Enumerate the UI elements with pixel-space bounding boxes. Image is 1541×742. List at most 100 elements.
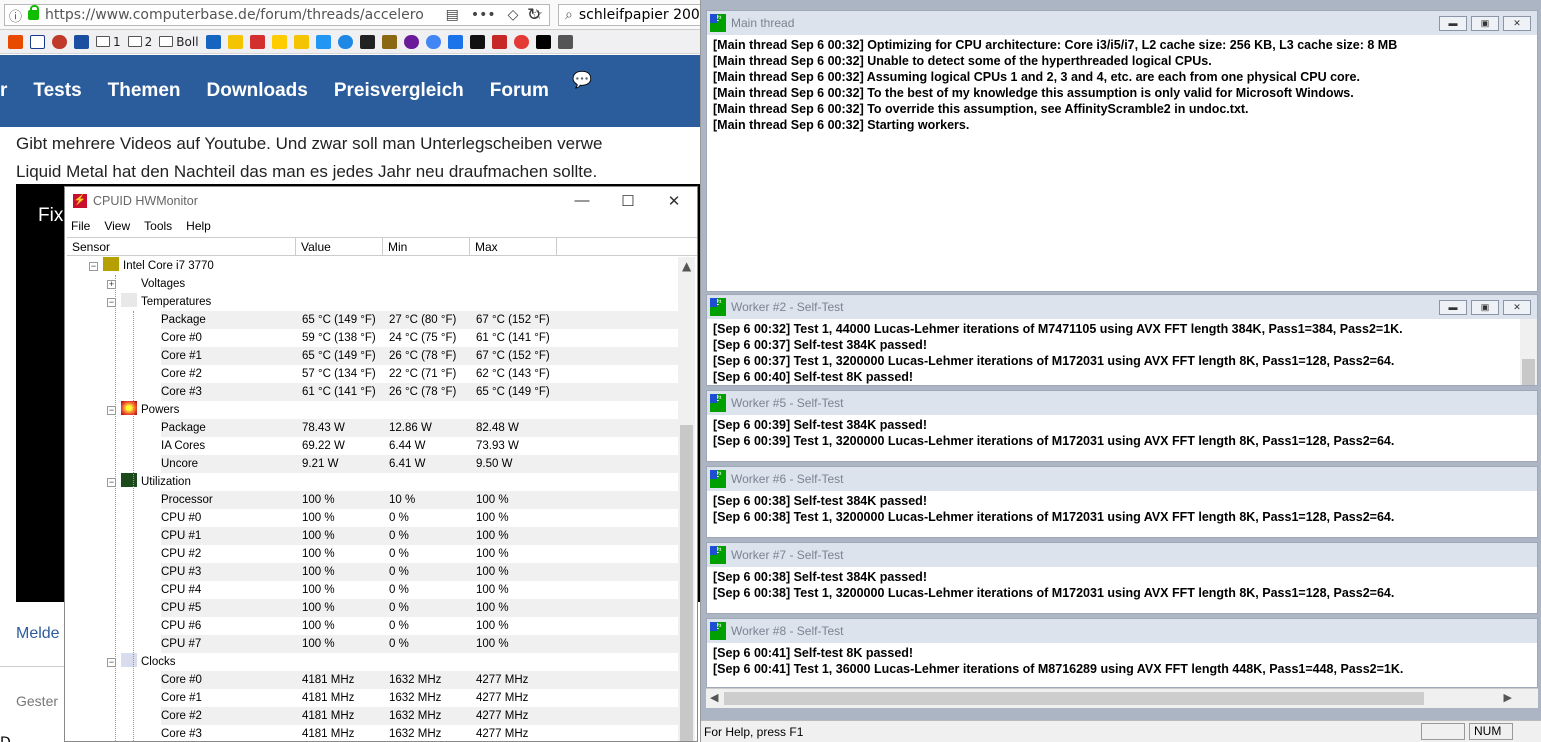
bookmark-folder-1[interactable]: 1 xyxy=(96,35,121,49)
sensor-row[interactable]: CPU #0 100 % 0 % 100 % xyxy=(67,509,679,527)
group-row-temperatures[interactable]: − Temperatures xyxy=(67,293,679,311)
close-button[interactable]: ✕ xyxy=(651,192,697,210)
bookmark-icon[interactable] xyxy=(425,34,441,49)
sensor-row[interactable]: Core #2 57 °C (134 °F) 22 °C (71 °F) 62 °C … xyxy=(67,365,679,383)
sensor-row[interactable]: Package 65 °C (149 °F) 27 °C (80 °F) 67 °C … xyxy=(67,311,679,329)
info-icon[interactable]: ⓘ xyxy=(9,6,22,25)
sensor-row[interactable]: CPU #3 100 % 0 % 100 % xyxy=(67,563,679,581)
column-header-max[interactable]: Max xyxy=(470,238,557,255)
group-row-powers[interactable]: − Powers xyxy=(67,401,679,419)
sensor-row[interactable]: Core #0 4181 MHz 1632 MHz 4277 MHz xyxy=(67,671,679,689)
report-link[interactable]: Melde xyxy=(16,625,60,643)
sensor-row[interactable]: CPU #7 100 % 0 % 100 % xyxy=(67,635,679,653)
bookmark-icon[interactable] xyxy=(557,34,573,49)
device-row[interactable]: − Intel Core i7 3770 xyxy=(67,257,679,275)
maximize-button[interactable]: ▣ xyxy=(1471,299,1499,315)
minimize-button[interactable]: ▬ xyxy=(1439,15,1467,31)
menu-file[interactable]: File xyxy=(71,219,90,233)
nav-item-tests[interactable]: Tests xyxy=(33,80,81,102)
bookmark-folder-2[interactable]: 2 xyxy=(127,35,152,49)
bookmark-icon[interactable] xyxy=(315,34,331,49)
chat-icon[interactable]: 💬 xyxy=(572,70,592,89)
close-button[interactable]: ✕ xyxy=(1503,15,1531,31)
bookmark-icon[interactable] xyxy=(359,34,375,49)
sensor-row[interactable]: Core #1 65 °C (149 °F) 26 °C (78 °F) 67 °C … xyxy=(67,347,679,365)
menu-view[interactable]: View xyxy=(104,219,130,233)
sensor-row[interactable]: Core #1 4181 MHz 1632 MHz 4277 MHz xyxy=(67,689,679,707)
horizontal-scrollbar[interactable]: ◀ ▶ xyxy=(706,688,1538,708)
search-input[interactable]: ⌕ schleifpapier 2000 xyxy=(558,4,702,26)
sensor-row[interactable]: Core #0 59 °C (138 °F) 24 °C (75 °F) 61 °C … xyxy=(67,329,679,347)
reload-icon[interactable]: ↻ xyxy=(527,5,541,25)
sensor-row[interactable]: Uncore 9.21 W 6.41 W 9.50 W xyxy=(67,455,679,473)
scrollbar-thumb[interactable] xyxy=(680,425,693,741)
minimize-button[interactable]: ▬ xyxy=(1439,299,1467,315)
sensor-row[interactable]: CPU #1 100 % 0 % 100 % xyxy=(67,527,679,545)
group-row-clocks[interactable]: − Clocks xyxy=(67,653,679,671)
vertical-scrollbar[interactable] xyxy=(1520,319,1537,385)
scrollbar-thumb[interactable] xyxy=(1522,359,1535,385)
nav-item-downloads[interactable]: Downloads xyxy=(207,80,308,102)
scroll-left-icon[interactable]: ◀ xyxy=(710,691,718,704)
address-bar[interactable]: ⓘ https://www.computerbase.de/forum/thre… xyxy=(4,4,550,26)
nav-item-themen[interactable]: Themen xyxy=(108,80,181,102)
close-button[interactable]: ✕ xyxy=(1503,299,1531,315)
mdi-titlebar[interactable]: 2¹ Worker #5 - Self-Test xyxy=(707,391,1537,415)
bookmark-icon[interactable] xyxy=(30,34,45,49)
bookmark-icon[interactable] xyxy=(52,34,67,49)
vertical-scrollbar[interactable]: ▲ xyxy=(678,257,695,741)
mdi-titlebar[interactable]: 2¹ Worker #8 - Self-Test xyxy=(707,619,1537,643)
bookmark-icon[interactable] xyxy=(337,34,353,49)
maximize-button[interactable]: ▣ xyxy=(1471,15,1499,31)
nav-item-forum[interactable]: Forum xyxy=(490,80,549,102)
sensor-row[interactable]: Core #3 61 °C (141 °F) 26 °C (78 °F) 65 °C … xyxy=(67,383,679,401)
group-row-voltages[interactable]: + Voltages xyxy=(67,275,679,293)
mdi-titlebar[interactable]: 2¹ Worker #2 - Self-Test ▬ ▣ ✕ xyxy=(707,295,1537,319)
sensor-row[interactable]: CPU #2 100 % 0 % 100 % xyxy=(67,545,679,563)
mdi-titlebar[interactable]: 2¹ Worker #7 - Self-Test xyxy=(707,543,1537,567)
sensor-row[interactable]: IA Cores 69.22 W 6.44 W 73.93 W xyxy=(67,437,679,455)
sensor-row[interactable]: CPU #5 100 % 0 % 100 % xyxy=(67,599,679,617)
sensor-row[interactable]: Package 78.43 W 12.86 W 82.48 W xyxy=(67,419,679,437)
more-actions-icon[interactable]: ••• xyxy=(471,7,496,23)
bookmark-icon[interactable] xyxy=(491,34,507,49)
bookmark-icon[interactable] xyxy=(205,34,221,49)
bookmark-icon[interactable] xyxy=(74,34,89,49)
bookmark-icon[interactable] xyxy=(513,34,529,49)
window-titlebar[interactable]: ⚡ CPUID HWMonitor — ☐ ✕ xyxy=(65,187,697,215)
sensor-row[interactable]: Processor 100 % 10 % 100 % xyxy=(67,491,679,509)
bookmark-icon[interactable] xyxy=(8,34,23,49)
bookmark-icon[interactable] xyxy=(249,34,265,49)
bookmark-icon[interactable] xyxy=(469,34,485,49)
reader-view-icon[interactable]: ▤ xyxy=(446,7,459,23)
column-header-sensor[interactable]: Sensor xyxy=(67,238,296,255)
scroll-up-icon[interactable]: ▲ xyxy=(682,259,691,273)
column-header-value[interactable]: Value xyxy=(296,238,383,255)
menu-help[interactable]: Help xyxy=(186,219,211,233)
bookmark-icon[interactable] xyxy=(403,34,419,49)
nav-item-preisvergleich[interactable]: Preisvergleich xyxy=(334,80,464,102)
pocket-icon[interactable]: ◇ xyxy=(508,7,519,23)
bookmark-icon[interactable] xyxy=(381,34,397,49)
nav-item-partial[interactable]: r xyxy=(0,80,7,102)
group-row-utilization[interactable]: − Utilization xyxy=(67,473,679,491)
expand-collapse-toggle[interactable]: − xyxy=(89,262,98,271)
bookmark-icon[interactable] xyxy=(293,34,309,49)
bookmark-folder-boll[interactable]: Boll xyxy=(159,35,199,49)
scrollbar-thumb[interactable] xyxy=(724,692,1424,705)
minimize-button[interactable]: — xyxy=(559,192,605,210)
menu-tools[interactable]: Tools xyxy=(144,219,172,233)
column-header-min[interactable]: Min xyxy=(383,238,470,255)
bookmark-icon[interactable] xyxy=(535,34,551,49)
bookmark-icon[interactable] xyxy=(227,34,243,49)
bookmark-icon[interactable] xyxy=(447,34,463,49)
bookmark-icon[interactable] xyxy=(271,34,287,49)
mdi-titlebar[interactable]: 2¹ Main thread ▬ ▣ ✕ xyxy=(707,11,1537,35)
maximize-button[interactable]: ☐ xyxy=(605,192,651,210)
sensor-row[interactable]: Core #2 4181 MHz 1632 MHz 4277 MHz xyxy=(67,707,679,725)
scroll-right-icon[interactable]: ▶ xyxy=(1504,691,1512,704)
mdi-titlebar[interactable]: 2¹ Worker #6 - Self-Test xyxy=(707,467,1537,491)
sensor-row[interactable]: Core #3 4181 MHz 1632 MHz 4277 MHz xyxy=(67,725,679,741)
sensor-row[interactable]: CPU #4 100 % 0 % 100 % xyxy=(67,581,679,599)
sensor-row[interactable]: CPU #6 100 % 0 % 100 % xyxy=(67,617,679,635)
